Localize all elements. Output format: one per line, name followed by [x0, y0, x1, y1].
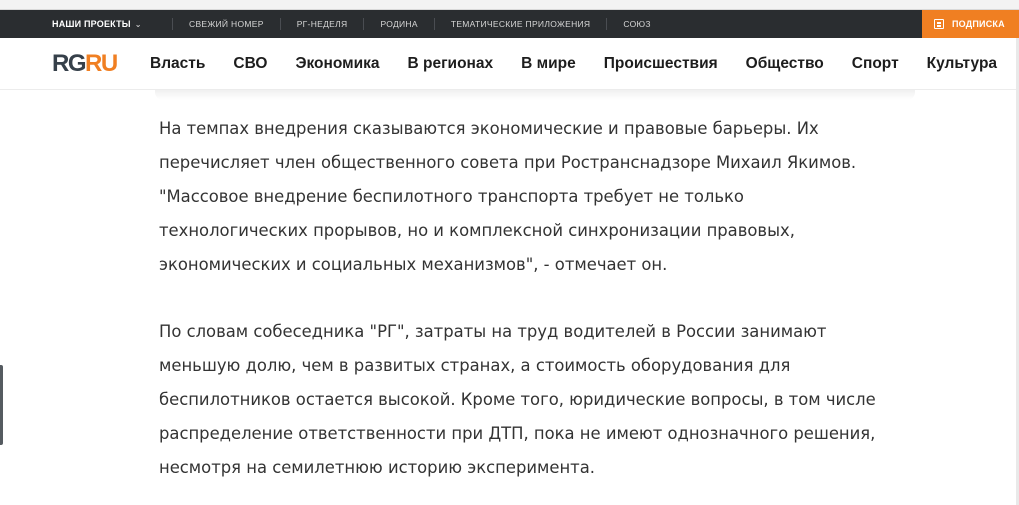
nav-item-economy[interactable]: Экономика: [295, 55, 379, 73]
projects-dropdown[interactable]: НАШИ ПРОЕКТЫ ⌄: [0, 10, 172, 38]
article-paragraph: На темпах внедрения сказываются экономич…: [159, 112, 919, 282]
browser-chrome-strip: [0, 0, 1019, 10]
top-links: СВЕЖИЙ НОМЕР РГ-НЕДЕЛЯ РОДИНА ТЕМАТИЧЕСК…: [172, 10, 667, 38]
nav-item-sport[interactable]: Спорт: [852, 55, 899, 73]
site-logo[interactable]: RGRU: [52, 50, 122, 78]
top-projects-bar: НАШИ ПРОЕКТЫ ⌄ СВЕЖИЙ НОМЕР РГ-НЕДЕЛЯ РО…: [0, 10, 1019, 38]
subscribe-button[interactable]: ПОДПИСКА: [922, 10, 1019, 38]
top-link-thematic[interactable]: ТЕМАТИЧЕСКИЕ ПРИЛОЖЕНИЯ: [433, 18, 607, 30]
logo-rg: RG: [52, 49, 87, 77]
newspaper-icon: [934, 19, 944, 29]
nav-item-world[interactable]: В мире: [521, 55, 576, 73]
paragraph-line: По словам собеседника "РГ", затраты на т…: [159, 322, 827, 341]
top-link-soyuz[interactable]: СОЮЗ: [606, 18, 666, 30]
paragraph-line: "Массовое внедрение беспилотного транспо…: [159, 187, 744, 206]
paragraph-line: экономических и социальных механизмов", …: [159, 255, 668, 274]
nav-item-incidents[interactable]: Происшествия: [604, 55, 718, 73]
top-link-fresh-issue[interactable]: СВЕЖИЙ НОМЕР: [172, 18, 280, 30]
paragraph-line: перечисляет член общественного совета пр…: [159, 153, 857, 172]
paragraph-line: несмотря на семилетнюю историю экспериме…: [159, 458, 595, 477]
top-link-rodina[interactable]: РОДИНА: [363, 18, 433, 30]
paragraph-line: технологических прорывов, но и комплексн…: [159, 221, 795, 240]
main-nav: RGRU Власть СВО Экономика В регионах В м…: [0, 38, 1019, 90]
nav-item-society[interactable]: Общество: [746, 55, 824, 73]
paragraph-line: На темпах внедрения сказываются экономич…: [159, 119, 819, 138]
logo-ru: RU: [85, 49, 118, 77]
paragraph-line: беспилотников остается высокой. Кроме то…: [159, 390, 876, 409]
side-panel-handle[interactable]: [0, 365, 3, 445]
nav-item-regions[interactable]: В регионах: [408, 55, 494, 73]
paragraph-line: меньшую долю, чем в развитых странах, а …: [159, 356, 791, 375]
nav-item-svo[interactable]: СВО: [233, 55, 267, 73]
article-body: На темпах внедрения сказываются экономич…: [159, 112, 919, 485]
top-link-rg-week[interactable]: РГ-НЕДЕЛЯ: [279, 18, 364, 30]
nav-item-vlast[interactable]: Власть: [150, 55, 205, 73]
article-paragraph: По словам собеседника "РГ", затраты на т…: [159, 315, 919, 485]
chevron-down-icon: ⌄: [134, 19, 142, 29]
content-card-shadow: [155, 90, 915, 100]
projects-label: НАШИ ПРОЕКТЫ: [52, 19, 131, 29]
nav-item-culture[interactable]: Культура: [927, 55, 997, 73]
subscribe-label: ПОДПИСКА: [952, 19, 1005, 29]
paragraph-line: распределение ответственности при ДТП, п…: [159, 424, 876, 443]
